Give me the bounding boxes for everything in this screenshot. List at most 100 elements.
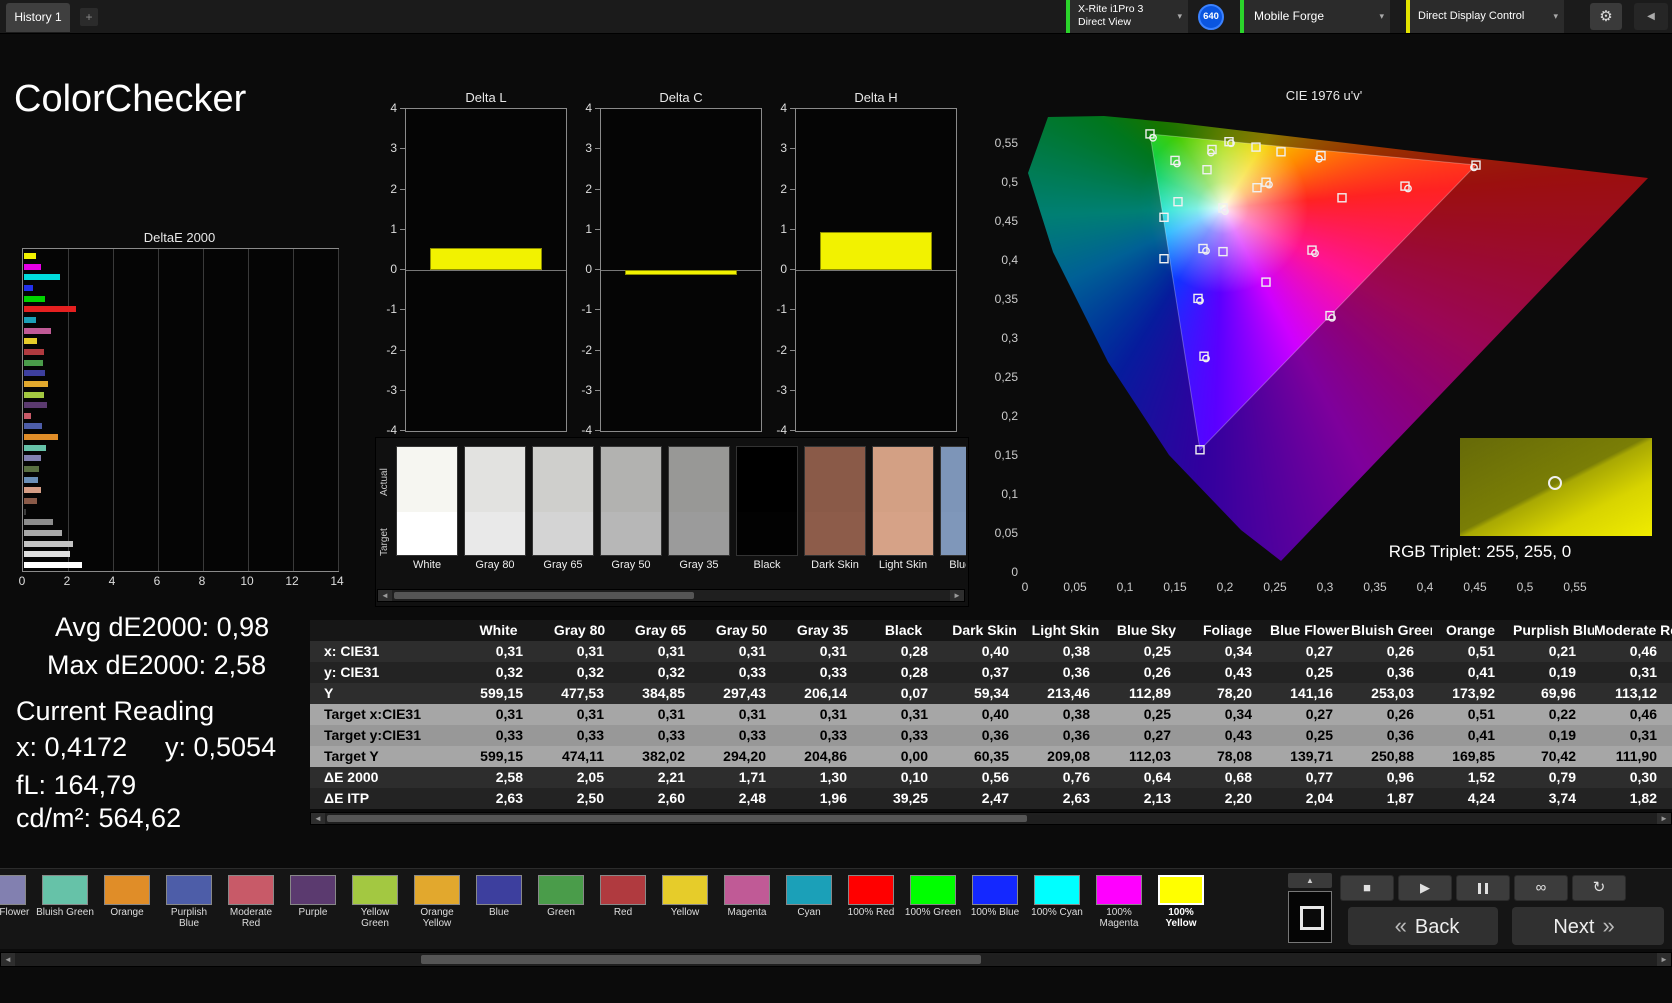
scroll-right-icon[interactable]: ►	[1657, 953, 1671, 966]
stop-icon[interactable]: ■	[1340, 875, 1394, 901]
strip-scrollbar[interactable]: ◄ ►	[377, 589, 965, 602]
meter-mode: Direct View	[1078, 16, 1131, 28]
y-tick-label: 0	[780, 262, 787, 276]
patch-button-bluish-green[interactable]: Bluish Green	[36, 873, 94, 929]
deltae-bar-gray-80	[24, 551, 70, 558]
play-icon[interactable]: ▶	[1398, 875, 1452, 901]
cie-x-tick-label: 0,35	[1363, 580, 1387, 594]
add-tab-button[interactable]: +	[80, 8, 98, 26]
table-cell: 0,19	[1548, 664, 1576, 680]
table-cell: 3,74	[1548, 790, 1576, 806]
patch-button-yellow[interactable]: Yellow	[656, 873, 714, 929]
row-label: Target x:CIE31	[324, 706, 421, 722]
patch-swatch	[0, 875, 26, 905]
expand-up-icon[interactable]: ▲	[1288, 873, 1332, 888]
cie-y-tick-label: 0,5	[1001, 175, 1018, 189]
table-cell: 0,33	[738, 664, 766, 680]
patch-button-blue-flower[interactable]: Blue Flower	[0, 873, 32, 929]
delta-chart-delta-c: Delta C 4 3 2 1 0 -1 -2 -3 -4	[570, 90, 765, 450]
patch-button-magenta[interactable]: Magenta	[718, 873, 776, 929]
meter-count-badge[interactable]: 640	[1198, 4, 1224, 30]
patch-button-100-yellow[interactable]: 100% Yellow	[1152, 873, 1210, 929]
table-cell: 111,90	[1615, 748, 1657, 764]
loop-icon[interactable]: ∞	[1514, 875, 1568, 901]
target-marker	[1261, 277, 1271, 287]
table-cell: 2,63	[1062, 790, 1090, 806]
patch-button-cyan[interactable]: Cyan	[780, 873, 838, 929]
patch-label: Red	[613, 907, 633, 918]
cie-x-tick-label: 0,5	[1516, 580, 1534, 594]
pattern-name: Direct Display Control	[1418, 10, 1525, 22]
meter-dropdown[interactable]: X-Rite i1Pro 3 Direct View ▾	[1066, 0, 1188, 33]
patch-button-purplish-blue[interactable]: Purplish Blue	[160, 873, 218, 929]
current-reading-label: Current Reading	[16, 696, 215, 726]
refresh-icon[interactable]: ↻	[1572, 875, 1626, 901]
table-scrollbar[interactable]: ◄ ►	[310, 812, 1672, 825]
table-cell: 0,34	[1224, 643, 1252, 659]
swatch-label: Dark Skin	[811, 559, 859, 571]
main-scrollbar[interactable]: ◄ ►	[0, 952, 1672, 967]
pattern-dropdown[interactable]: Direct Display Control ▾	[1406, 0, 1564, 33]
patch-swatch	[724, 875, 770, 905]
column-header-orange: Orange	[1445, 622, 1495, 638]
column-header-white: White	[479, 622, 518, 638]
reading-fl: fL: 164,79	[16, 770, 137, 800]
table-cell: 0,25	[1143, 706, 1171, 722]
scroll-right-icon[interactable]: ►	[1657, 813, 1671, 824]
swatch-actual	[940, 446, 966, 512]
row-label: y: CIE31	[324, 664, 380, 680]
scroll-left-icon[interactable]: ◄	[378, 590, 392, 601]
patch-button-100-blue[interactable]: 100% Blue	[966, 873, 1024, 929]
source-dropdown[interactable]: Mobile Forge ▾	[1240, 0, 1390, 33]
patch-reading-marker	[1548, 476, 1562, 490]
deltae-bar-blue-flower	[24, 455, 42, 462]
y-tick-label: -3	[581, 382, 592, 397]
patch-button-moderate-red[interactable]: Moderate Red	[222, 873, 280, 929]
patch-button-green[interactable]: Green	[532, 873, 590, 929]
row-label: Y	[324, 685, 334, 701]
pause-icon[interactable]	[1456, 875, 1510, 901]
next-label: Next	[1553, 916, 1595, 938]
table-cell: 0,38	[1062, 706, 1090, 722]
swatch-target	[872, 512, 934, 556]
patch-button-orange-yellow[interactable]: Orange Yellow	[408, 873, 466, 929]
scroll-left-icon[interactable]: ◄	[1, 953, 15, 966]
y-tick-label: 2	[585, 181, 592, 196]
patch-button-100-cyan[interactable]: 100% Cyan	[1028, 873, 1086, 929]
swatch-actual	[600, 446, 662, 512]
cie-x-tick-label: 0,05	[1063, 580, 1087, 594]
table-cell: 1,30	[819, 769, 847, 785]
patch-button-yellow-green[interactable]: Yellow Green	[346, 873, 404, 929]
patch-button-100-red[interactable]: 100% Red	[842, 873, 900, 929]
tab-history-1[interactable]: History 1	[6, 3, 70, 32]
cie-y-tick-label: 0,05	[994, 526, 1018, 540]
next-button[interactable]: Next »	[1512, 907, 1664, 945]
collapse-panel-icon[interactable]: ◀	[1634, 3, 1668, 30]
pattern-window-button[interactable]	[1288, 891, 1332, 943]
scroll-right-icon[interactable]: ►	[950, 590, 964, 601]
scroll-thumb[interactable]	[394, 592, 694, 599]
patch-button-100-green[interactable]: 100% Green	[904, 873, 962, 929]
patch-button-orange[interactable]: Orange	[98, 873, 156, 929]
table-cell: 0,40	[981, 643, 1009, 659]
table-cell: 0,30	[1629, 769, 1657, 785]
scroll-left-icon[interactable]: ◄	[311, 813, 325, 824]
table-row-y: Y 599,15 477,53 384,85 297,43 206,14 0,07 59,34…	[310, 683, 1672, 704]
patch-button-100-magenta[interactable]: 100% Magenta	[1090, 873, 1148, 929]
back-chevrons-icon: «	[1394, 913, 1407, 938]
table-cell: 139,71	[1290, 748, 1333, 764]
scroll-thumb[interactable]	[327, 815, 1027, 822]
table-cell: 0,46	[1629, 643, 1657, 659]
patch-button-red[interactable]: Red	[594, 873, 652, 929]
table-row--e-itp: ΔE ITP 2,63 2,50 2,60 2,48 1,96 39,25 2,47 2,63 2…	[310, 788, 1672, 809]
back-button[interactable]: « Back	[1348, 907, 1498, 945]
swatch-target	[396, 512, 458, 556]
table-row-target-y-cie31: Target y:CIE31 0,33 0,33 0,33 0,33 0,33 0,33 0,…	[310, 725, 1672, 746]
table-cell: 0,40	[981, 706, 1009, 722]
patch-button-blue[interactable]: Blue	[470, 873, 528, 929]
table-cell: 0,37	[981, 664, 1009, 680]
gear-icon[interactable]: ⚙	[1590, 3, 1622, 30]
patch-button-purple[interactable]: Purple	[284, 873, 342, 929]
scroll-thumb[interactable]	[421, 955, 981, 964]
table-cell: 0,33	[819, 664, 847, 680]
